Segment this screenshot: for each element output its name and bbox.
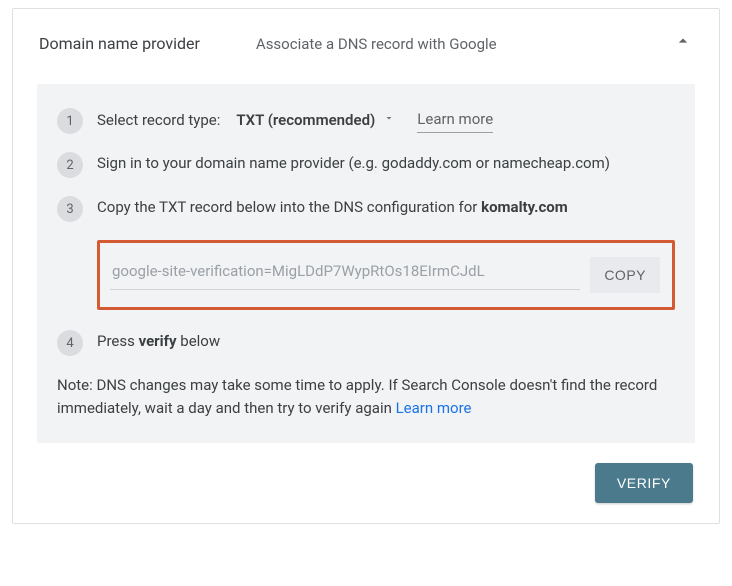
- step3-text: Copy the TXT record below into the DNS c…: [97, 196, 675, 219]
- step-1: 1 Select record type: TXT (recommended) …: [57, 108, 675, 134]
- domain-name: komalty.com: [481, 198, 568, 216]
- txt-record-input[interactable]: google-site-verification=MigLDdP7WypRtOs…: [110, 260, 580, 290]
- step4-text: Press verify below: [97, 330, 675, 353]
- dropdown-icon[interactable]: [383, 111, 395, 129]
- step-number-badge: 2: [57, 152, 83, 178]
- steps-area: 1 Select record type: TXT (recommended) …: [37, 84, 695, 443]
- step-2: 2 Sign in to your domain name provider (…: [57, 152, 675, 178]
- copy-button[interactable]: COPY: [590, 257, 660, 293]
- step-3: 3 Copy the TXT record below into the DNS…: [57, 196, 675, 222]
- step-number-badge: 1: [57, 108, 83, 134]
- step1-label: Select record type:: [97, 109, 220, 132]
- step-number-badge: 3: [57, 196, 83, 222]
- note-learn-more-link[interactable]: Learn more: [396, 399, 472, 417]
- step2-text: Sign in to your domain name provider (e.…: [97, 152, 675, 175]
- panel-header: Domain name provider Associate a DNS rec…: [13, 9, 719, 74]
- learn-more-link[interactable]: Learn more: [417, 108, 493, 133]
- record-type-select[interactable]: TXT (recommended): [236, 109, 375, 132]
- verify-button[interactable]: VERIFY: [595, 463, 693, 503]
- dns-verification-panel: Domain name provider Associate a DNS rec…: [12, 8, 720, 524]
- header-title: Domain name provider: [39, 34, 200, 53]
- collapse-icon[interactable]: [673, 31, 693, 56]
- txt-record-highlight: google-site-verification=MigLDdP7WypRtOs…: [97, 240, 675, 310]
- step-4: 4 Press verify below: [57, 330, 675, 356]
- note-text: Note: DNS changes may take some time to …: [57, 374, 675, 421]
- step-number-badge: 4: [57, 330, 83, 356]
- panel-footer: VERIFY: [13, 443, 719, 507]
- header-subtitle: Associate a DNS record with Google: [256, 35, 497, 53]
